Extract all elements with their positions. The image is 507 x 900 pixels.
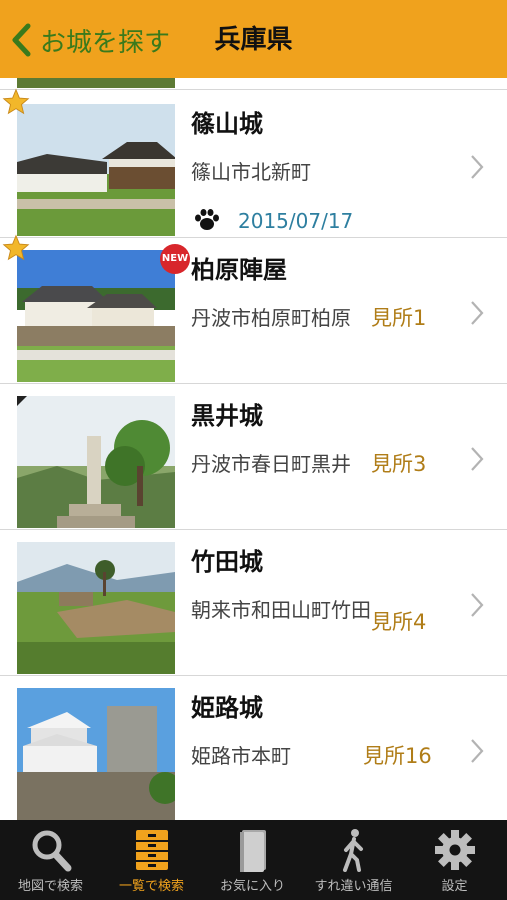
spots-count: 見所4 [371,610,427,634]
tab-label: 一覧で検索 [118,879,184,894]
tab-label: すれ違い通信 [314,879,393,894]
tab-list-search[interactable]: 一覧で検索 [101,820,202,900]
tab-label: お気に入り [219,879,285,894]
chevron-right-icon [471,593,484,617]
chevron-right-icon [471,739,484,763]
castle-list[interactable]: 篠山城 篠山市北新町 2015/07/17 NEW 柏原陣屋 丹波市柏原町柏原 … [0,78,507,820]
castle-name: 姫路城 [191,694,263,722]
castle-name: 柏原陣屋 [191,256,287,284]
tab-settings[interactable]: 設定 [404,820,505,900]
list-icon [136,830,168,870]
castle-address: 丹波市春日町黒井 [191,452,351,476]
visited-date: 2015/07/17 [238,209,354,233]
new-badge: NEW [160,244,190,274]
castle-thumbnail [17,250,175,382]
walker-icon [343,829,363,872]
list-item-partial[interactable] [0,78,507,90]
tab-label: 地図で検索 [17,879,83,894]
chevron-right-icon [471,301,484,325]
castle-thumbnail [17,78,175,88]
chevron-right-icon [471,155,484,179]
list-item[interactable]: NEW 柏原陣屋 丹波市柏原町柏原 見所1 [0,234,507,384]
castle-address: 朝来市和田山町竹田 [191,598,371,622]
castle-thumbnail [17,104,175,236]
list-item[interactable]: 黒井城 丹波市春日町黒井 見所3 [0,384,507,530]
page-title: 兵庫県 [214,25,293,55]
spots-count: 見所16 [363,744,432,768]
castle-thumbnail [17,396,175,528]
list-item[interactable]: 竹田城 朝来市和田山町竹田 見所4 [0,530,507,676]
tab-streetpass[interactable]: すれ違い通信 [303,820,404,900]
castle-address: 篠山市北新町 [191,160,311,184]
chevron-right-icon [471,447,484,471]
castle-thumbnail [17,542,175,674]
castle-address: 丹波市柏原町柏原 [191,306,351,330]
gear-icon [435,830,475,870]
castle-name: 竹田城 [191,548,263,576]
paw-icon [195,209,219,230]
favorite-star-icon [2,234,30,261]
favorite-star-icon [2,88,30,115]
nav-header: お城を探す 兵庫県 [0,0,507,78]
tab-map-search[interactable]: 地図で検索 [0,820,101,900]
tab-label: 設定 [441,879,468,894]
castle-name: 黒井城 [191,402,263,430]
search-icon [32,830,72,872]
list-item[interactable]: 姫路城 姫路市本町 見所16 [0,676,507,820]
castle-name: 篠山城 [191,110,263,138]
corner-marker [17,396,27,406]
book-icon [240,830,266,872]
castle-address: 姫路市本町 [191,744,291,768]
spots-count: 見所3 [371,452,427,476]
tab-bar: 地図で検索 一覧で検索 お気に入り すれ違い通信 設定 [0,820,507,900]
castle-thumbnail [17,688,175,820]
spots-count: 見所1 [371,306,427,330]
list-item[interactable]: 篠山城 篠山市北新町 2015/07/17 [0,88,507,238]
tab-favorites[interactable]: お気に入り [202,820,303,900]
